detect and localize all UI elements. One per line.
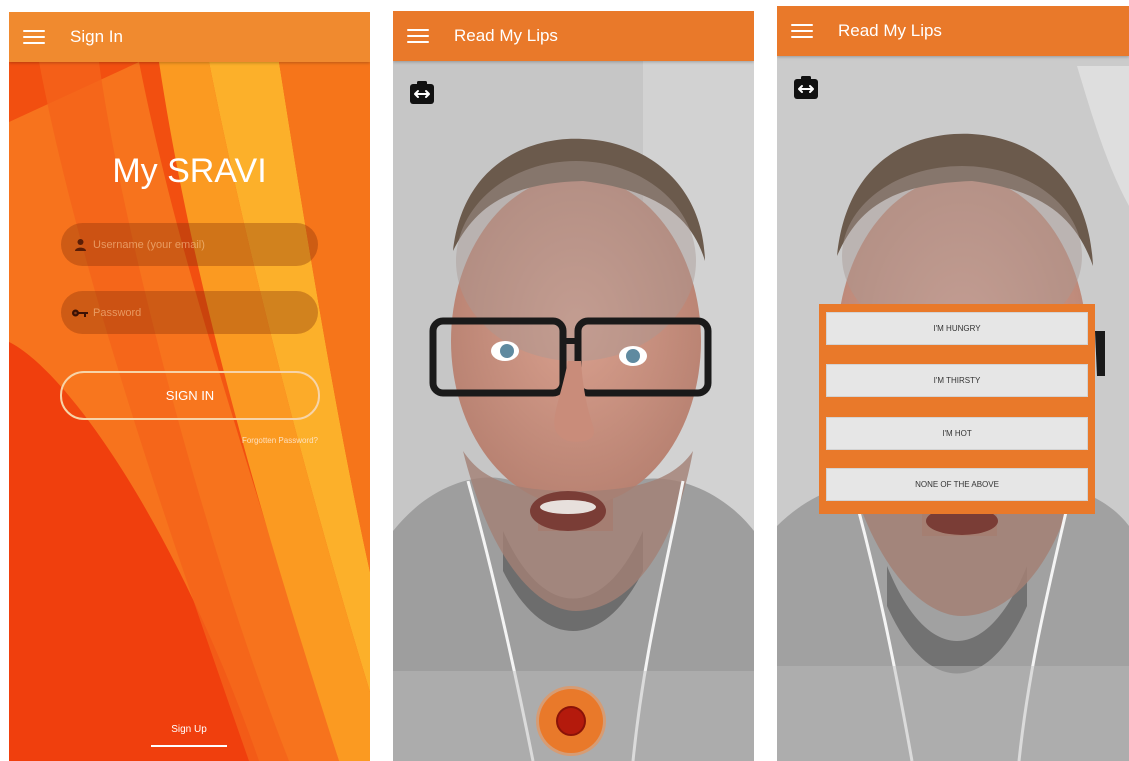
- record-screen: Read My Lips: [393, 11, 754, 761]
- app-brand-title: My SRAVI: [112, 152, 267, 190]
- sign-up-link[interactable]: Sign Up: [152, 724, 226, 735]
- app-bar-title: Read My Lips: [454, 26, 558, 45]
- sign-in-button[interactable]: SIGN IN: [60, 371, 320, 420]
- option-hot-button[interactable]: I'M HOT: [826, 417, 1088, 450]
- user-icon: [67, 238, 93, 251]
- key-icon: [67, 308, 93, 318]
- password-placeholder: Password: [93, 306, 142, 319]
- app-bar: Sign In: [9, 12, 370, 62]
- username-field[interactable]: Username (your email): [61, 223, 318, 266]
- camera-preview: [393, 11, 754, 761]
- option-none-button[interactable]: NONE OF THE ABOVE: [826, 468, 1088, 501]
- app-bar-title: Sign In: [70, 27, 123, 46]
- record-icon: [556, 706, 586, 736]
- sign-up-underline: [151, 745, 227, 747]
- password-field[interactable]: Password: [61, 291, 318, 334]
- menu-icon[interactable]: [407, 25, 429, 47]
- app-bar: Read My Lips: [777, 6, 1129, 56]
- results-screen: Read My Lips I'M HUNGRY I'M THIRSTY I'M …: [777, 6, 1129, 761]
- menu-icon[interactable]: [791, 20, 813, 42]
- option-thirsty-button[interactable]: I'M THIRSTY: [826, 364, 1088, 397]
- camera-switch-icon[interactable]: [792, 73, 820, 101]
- record-button[interactable]: [539, 689, 603, 753]
- forgot-password-link[interactable]: Forgotten Password?: [242, 436, 318, 445]
- phrase-options-panel: I'M HUNGRY I'M THIRSTY I'M HOT NONE OF T…: [819, 304, 1095, 514]
- app-bar: Read My Lips: [393, 11, 754, 61]
- app-bar-title: Read My Lips: [838, 21, 942, 40]
- username-placeholder: Username (your email): [93, 238, 205, 251]
- signin-screen: Sign In My SRAVI Username (your email) P…: [9, 12, 370, 761]
- menu-icon[interactable]: [23, 26, 45, 48]
- camera-switch-icon[interactable]: [408, 78, 436, 106]
- option-hungry-button[interactable]: I'M HUNGRY: [826, 312, 1088, 345]
